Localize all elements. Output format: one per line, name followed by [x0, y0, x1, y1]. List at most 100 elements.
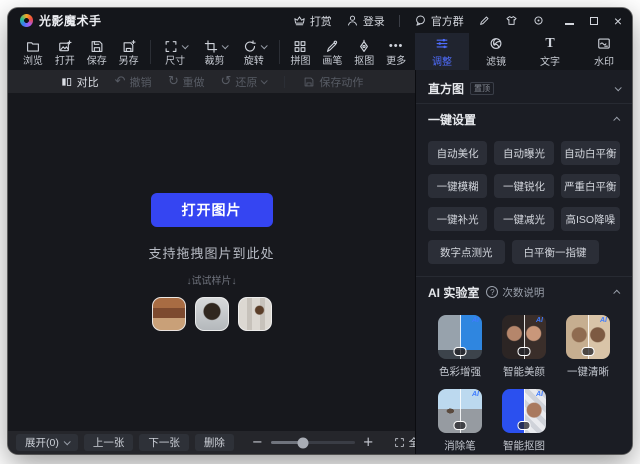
- save-action-button[interactable]: 保存动作: [303, 74, 363, 90]
- settings-button[interactable]: [532, 14, 545, 27]
- filter-aperture-icon: [488, 36, 504, 51]
- sample-image-portrait[interactable]: [195, 297, 229, 331]
- open-button[interactable]: 打开: [50, 37, 80, 67]
- auto-exposure-button[interactable]: 自动曝光: [494, 141, 553, 165]
- severe-white-balance-button[interactable]: 严重白平衡: [561, 174, 620, 198]
- sample-image-desk[interactable]: [238, 297, 272, 331]
- auto-white-balance-button[interactable]: 自动白平衡: [561, 141, 620, 165]
- maximize-button[interactable]: [590, 12, 598, 30]
- more-dots-icon: •••: [389, 39, 404, 54]
- ai-smart-beauty[interactable]: AI 智能美颜: [492, 315, 556, 379]
- ai-lab-section-header[interactable]: AI 实验室 ? 次数说明: [416, 277, 632, 307]
- rotate-button[interactable]: 旋转: [235, 37, 272, 67]
- open-image-button[interactable]: 打开图片: [151, 193, 273, 227]
- resize-button[interactable]: 尺寸: [157, 37, 194, 67]
- chevron-down-icon[interactable]: [182, 42, 189, 49]
- zoom-slider-handle[interactable]: [297, 437, 308, 448]
- reduce-light-button[interactable]: 一键减光: [494, 207, 553, 231]
- app-title: 光影魔术手: [39, 12, 102, 29]
- tab-watermark[interactable]: 水印: [577, 33, 631, 70]
- delete-image-button[interactable]: 删除: [195, 434, 234, 451]
- login-button[interactable]: 登录: [346, 13, 385, 29]
- one-click-section-header[interactable]: 一键设置: [416, 104, 632, 134]
- app-logo-icon: [20, 14, 33, 27]
- collage-button[interactable]: 拼图: [286, 37, 316, 67]
- pen-nib-icon: [356, 39, 372, 54]
- tab-filter[interactable]: 滤镜: [469, 33, 523, 70]
- feedback-button[interactable]: [478, 14, 491, 27]
- high-iso-denoise-button[interactable]: 高ISO降噪: [561, 207, 620, 231]
- chevron-down-icon[interactable]: [615, 84, 622, 91]
- official-group-button[interactable]: 官方群: [414, 13, 464, 29]
- restore-button[interactable]: ↺ 还原: [220, 74, 266, 90]
- chevron-down-icon[interactable]: [261, 42, 268, 49]
- zoom-in-button[interactable]: +: [363, 435, 374, 450]
- tshirt-icon: [505, 14, 518, 27]
- next-image-button[interactable]: 下一张: [139, 434, 189, 451]
- one-click-blur-button[interactable]: 一键模糊: [428, 174, 487, 198]
- save-action-icon: [303, 76, 315, 88]
- adjust-panel: 直方图 置顶 一键设置 自动美化 自动曝光 自动白平衡 一键模糊 一键锐化 严重…: [415, 70, 632, 454]
- save-icon: [89, 39, 105, 54]
- sliders-icon: [434, 36, 450, 51]
- pin-badge[interactable]: 置顶: [470, 82, 494, 95]
- image-canvas[interactable]: 打开图片 支持拖拽图片到此处 ↓试试样片↓: [8, 93, 415, 431]
- skin-button[interactable]: [505, 14, 518, 27]
- close-button[interactable]: ×: [614, 14, 622, 28]
- crown-icon: [293, 14, 306, 27]
- titlebar: 光影魔术手 打赏 登录 官方群: [8, 8, 632, 33]
- browse-button[interactable]: 浏览: [18, 37, 48, 67]
- restore-icon: ↺: [220, 75, 231, 88]
- image-plus-icon: [57, 39, 73, 54]
- brush-button[interactable]: 画笔: [317, 37, 347, 67]
- titlebar-divider: [399, 15, 400, 27]
- fullscreen-icon: [394, 437, 405, 448]
- ai-one-click-clarity-thumb: AI: [566, 315, 610, 359]
- pencil-icon: [478, 14, 491, 27]
- brush-icon: [324, 39, 340, 54]
- ai-smart-cutout[interactable]: AI 智能抠图: [492, 389, 556, 453]
- chevron-down-icon[interactable]: [221, 42, 228, 49]
- undo-button[interactable]: ↶ 撤销: [115, 74, 152, 90]
- crop-button[interactable]: 裁剪: [196, 37, 233, 67]
- toolbar-divider: [279, 40, 280, 64]
- chevron-up-icon[interactable]: [613, 289, 620, 296]
- compare-button[interactable]: 对比: [60, 74, 99, 90]
- zoom-out-button[interactable]: −: [252, 435, 263, 450]
- save-button[interactable]: 保存: [82, 37, 112, 67]
- reward-button[interactable]: 打赏: [293, 13, 332, 29]
- chevron-down-icon: [64, 438, 71, 445]
- redo-button[interactable]: ↺ 重做: [168, 74, 205, 90]
- ai-one-click-clarity[interactable]: AI 一键清晰: [556, 315, 620, 379]
- spot-metering-button[interactable]: 数字点测光: [428, 240, 505, 264]
- fill-light-button[interactable]: 一键补光: [428, 207, 487, 231]
- more-button[interactable]: ••• 更多: [381, 37, 411, 67]
- ai-color-enhance[interactable]: AI 色彩增强: [428, 315, 492, 379]
- sample-image-canyon[interactable]: [152, 297, 186, 331]
- collage-grid-icon: [292, 39, 308, 54]
- tab-text[interactable]: T 文字: [523, 33, 577, 70]
- expand-dropdown[interactable]: 展开(0): [16, 434, 78, 451]
- save-as-button[interactable]: 另存: [114, 37, 144, 67]
- tab-adjust[interactable]: 调整: [415, 33, 469, 70]
- one-click-sharpen-button[interactable]: 一键锐化: [494, 174, 553, 198]
- cutout-button[interactable]: 抠图: [349, 37, 379, 67]
- toolbar: 浏览 打开 保存 另存 尺寸 裁剪: [8, 33, 632, 70]
- undo-icon: ↶: [115, 75, 126, 88]
- chevron-up-icon[interactable]: [613, 116, 620, 123]
- question-circle-icon[interactable]: ?: [486, 286, 498, 298]
- white-balance-one-key-button[interactable]: 白平衡一指键: [512, 240, 599, 264]
- compare-icon: [60, 76, 73, 88]
- minimize-button[interactable]: [565, 12, 574, 30]
- prev-image-button[interactable]: 上一张: [84, 434, 134, 451]
- maximize-icon: [590, 17, 598, 25]
- zoom-slider[interactable]: [271, 441, 355, 444]
- ai-eraser-pen-thumb: AI: [438, 389, 482, 433]
- usage-count-help[interactable]: 次数说明: [502, 285, 544, 300]
- auto-beautify-button[interactable]: 自动美化: [428, 141, 487, 165]
- rotate-icon: [242, 39, 258, 54]
- one-click-buttons: 自动美化 自动曝光 自动白平衡 一键模糊 一键锐化 严重白平衡 一键补光 一键减…: [428, 141, 620, 231]
- ai-eraser-pen[interactable]: AI 消除笔: [428, 389, 492, 453]
- histogram-section-header[interactable]: 直方图 置顶: [416, 73, 632, 103]
- toolbar-divider: [150, 40, 151, 64]
